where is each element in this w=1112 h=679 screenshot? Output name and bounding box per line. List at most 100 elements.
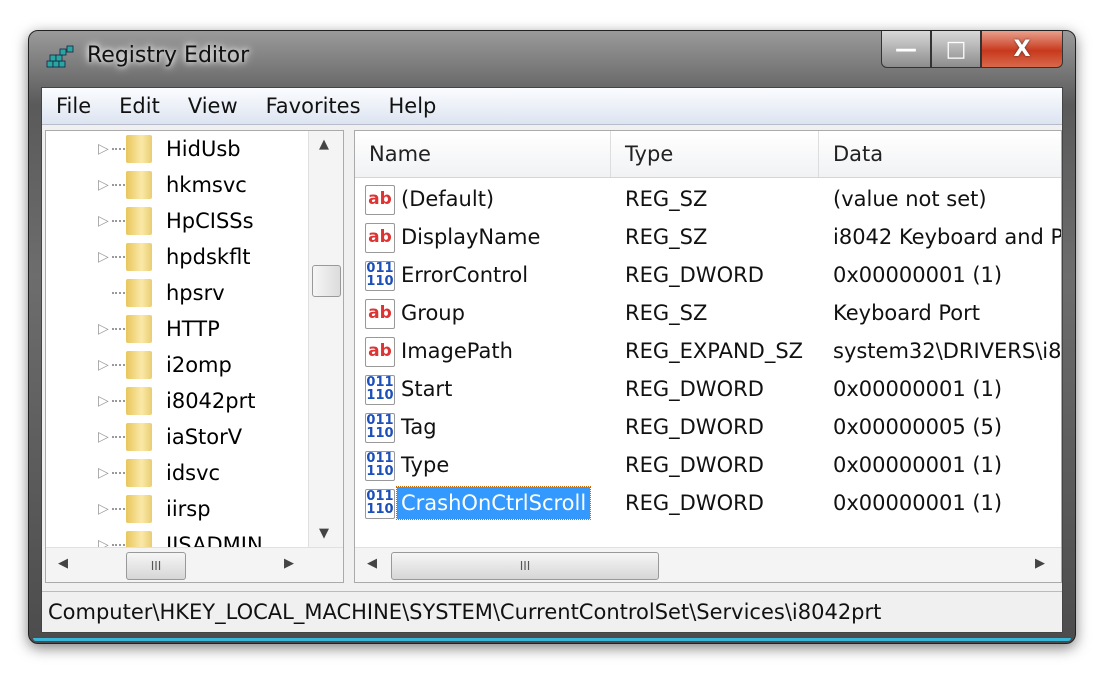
value-name: Start: [401, 377, 453, 401]
expand-arrow-icon[interactable]: ▷: [98, 429, 109, 445]
scroll-right-icon[interactable]: ▶: [1035, 556, 1045, 571]
folder-icon: [126, 495, 152, 523]
tree-item[interactable]: ▷ iaStorV: [46, 419, 308, 455]
value-row[interactable]: ab ImagePath REG_EXPAND_SZ system32\DRIVERS…: [355, 333, 1061, 371]
menu-help[interactable]: Help: [389, 94, 437, 118]
folder-icon: [126, 387, 152, 415]
tree-item-label: idsvc: [166, 461, 221, 485]
tree-vertical-scrollbar[interactable]: ▲ ▼: [308, 131, 343, 547]
scroll-right-icon[interactable]: ▶: [284, 556, 294, 571]
expand-arrow-icon[interactable]: ▷: [98, 501, 109, 517]
tree-horizontal-scrollbar[interactable]: ◀ III ▶: [46, 547, 343, 582]
list-hscroll-thumb[interactable]: III: [391, 552, 659, 580]
list-header: Name Type Data: [355, 131, 1061, 178]
tree-vscroll-thumb[interactable]: [312, 265, 341, 297]
folder-icon: [126, 315, 152, 343]
menu-favorites[interactable]: Favorites: [266, 94, 361, 118]
value-row[interactable]: 011 110 Start REG_DWORD 0x00000001 (1): [355, 371, 1061, 409]
value-type: REG_DWORD: [625, 415, 764, 439]
tree-item-label: hkmsvc: [166, 173, 247, 197]
column-name[interactable]: Name: [355, 131, 611, 177]
scroll-left-icon[interactable]: ◀: [367, 556, 377, 571]
registry-editor-window: Registry Editor — □ X File Edit View Fav…: [28, 30, 1076, 644]
value-type: REG_DWORD: [625, 491, 764, 515]
scroll-down-icon[interactable]: ▼: [319, 526, 329, 541]
scroll-left-icon[interactable]: ◀: [58, 556, 68, 571]
string-value-icon: ab: [365, 299, 395, 329]
value-name: ErrorControl: [401, 263, 529, 287]
value-row[interactable]: ab Group REG_SZ Keyboard Port: [355, 295, 1061, 333]
tree-item[interactable]: ▷ HpCISSs: [46, 203, 308, 239]
expand-arrow-icon[interactable]: ▷: [98, 141, 109, 157]
value-type: REG_SZ: [625, 187, 708, 211]
value-data: 0x00000001 (1): [833, 377, 1003, 401]
expand-arrow-icon[interactable]: ▷: [98, 321, 109, 337]
tree-hscroll-thumb[interactable]: III: [126, 552, 186, 580]
expand-arrow-icon[interactable]: ▷: [98, 357, 109, 373]
tree-item-label: hpdskflt: [166, 245, 251, 269]
expand-arrow-icon[interactable]: ▷: [98, 249, 109, 265]
binary-value-icon: 011 110: [365, 413, 395, 443]
tree-item-label: HpCISSs: [166, 209, 254, 233]
value-data: i8042 Keyboard and P: [833, 225, 1062, 249]
list-horizontal-scrollbar[interactable]: ◀ III ▶: [355, 547, 1061, 582]
scroll-up-icon[interactable]: ▲: [319, 137, 329, 152]
string-value-icon: ab: [365, 185, 395, 215]
tree-item-label: hpsrv: [166, 281, 225, 305]
tree-item[interactable]: ▷ i2omp: [46, 347, 308, 383]
tree-item-label: iirsp: [166, 497, 211, 521]
value-row[interactable]: ab DisplayName REG_SZ i8042 Keyboard and P: [355, 219, 1061, 257]
tree-item[interactable]: ▷ idsvc: [46, 455, 308, 491]
value-type: REG_SZ: [625, 225, 708, 249]
value-row[interactable]: ab (Default) REG_SZ (value not set): [355, 181, 1061, 219]
value-row[interactable]: 011 110 Type REG_DWORD 0x00000001 (1): [355, 447, 1061, 485]
value-data: (value not set): [833, 187, 987, 211]
tree-item[interactable]: hpsrv: [46, 275, 308, 311]
value-name: ImagePath: [401, 339, 513, 363]
value-data: 0x00000001 (1): [833, 453, 1003, 477]
column-type[interactable]: Type: [611, 131, 819, 177]
folder-icon: [126, 207, 152, 235]
value-type: REG_DWORD: [625, 377, 764, 401]
value-row[interactable]: 011 110 CrashOnCtrlScroll REG_DWORD 0x000000…: [355, 485, 1061, 523]
folder-icon: [126, 351, 152, 379]
tree-item-label: HidUsb: [166, 137, 241, 161]
close-button[interactable]: X: [981, 31, 1063, 68]
menu-file[interactable]: File: [56, 94, 91, 118]
value-row[interactable]: 011 110 Tag REG_DWORD 0x00000005 (5): [355, 409, 1061, 447]
tree-item-label: iaStorV: [166, 425, 243, 449]
client-area: File Edit View Favorites Help ▷ HidUsb ▷ hk…: [41, 87, 1063, 633]
menu-view[interactable]: View: [188, 94, 238, 118]
value-row[interactable]: 011 110 ErrorControl REG_DWORD 0x00000001 (1…: [355, 257, 1061, 295]
tree-item[interactable]: ▷ i8042prt: [46, 383, 308, 419]
tree-item[interactable]: ▷ HTTP: [46, 311, 308, 347]
folder-icon: [126, 135, 152, 163]
value-data: Keyboard Port: [833, 301, 981, 325]
menu-edit[interactable]: Edit: [119, 94, 160, 118]
value-name: Group: [401, 301, 465, 325]
expand-arrow-icon[interactable]: ▷: [98, 213, 109, 229]
minimize-button[interactable]: —: [881, 31, 931, 68]
value-name: Tag: [401, 415, 437, 439]
string-value-icon: ab: [365, 337, 395, 367]
value-name: DisplayName: [401, 225, 541, 249]
value-type: REG_EXPAND_SZ: [625, 339, 804, 363]
window-title: Registry Editor: [87, 43, 250, 68]
tree-item[interactable]: ▷ hkmsvc: [46, 167, 308, 203]
column-data[interactable]: Data: [819, 131, 1061, 177]
maximize-button[interactable]: □: [931, 31, 981, 68]
tree-item[interactable]: ▷ HidUsb: [46, 131, 308, 167]
menu-bar: File Edit View Favorites Help: [42, 88, 1062, 125]
values-list: Name Type Data ab (Default) REG_SZ (value n…: [354, 130, 1062, 583]
tree-item-label: i2omp: [166, 353, 232, 377]
value-type: REG_DWORD: [625, 263, 764, 287]
expand-arrow-icon[interactable]: ▷: [98, 177, 109, 193]
registry-editor-icon: [46, 45, 74, 68]
value-name: Type: [401, 453, 450, 477]
tree-item[interactable]: ▷ hpdskflt: [46, 239, 308, 275]
binary-value-icon: 011 110: [365, 489, 395, 519]
value-name: CrashOnCtrlScroll: [395, 486, 592, 520]
tree-item[interactable]: ▷ iirsp: [46, 491, 308, 527]
expand-arrow-icon[interactable]: ▷: [98, 393, 109, 409]
expand-arrow-icon[interactable]: ▷: [98, 465, 109, 481]
